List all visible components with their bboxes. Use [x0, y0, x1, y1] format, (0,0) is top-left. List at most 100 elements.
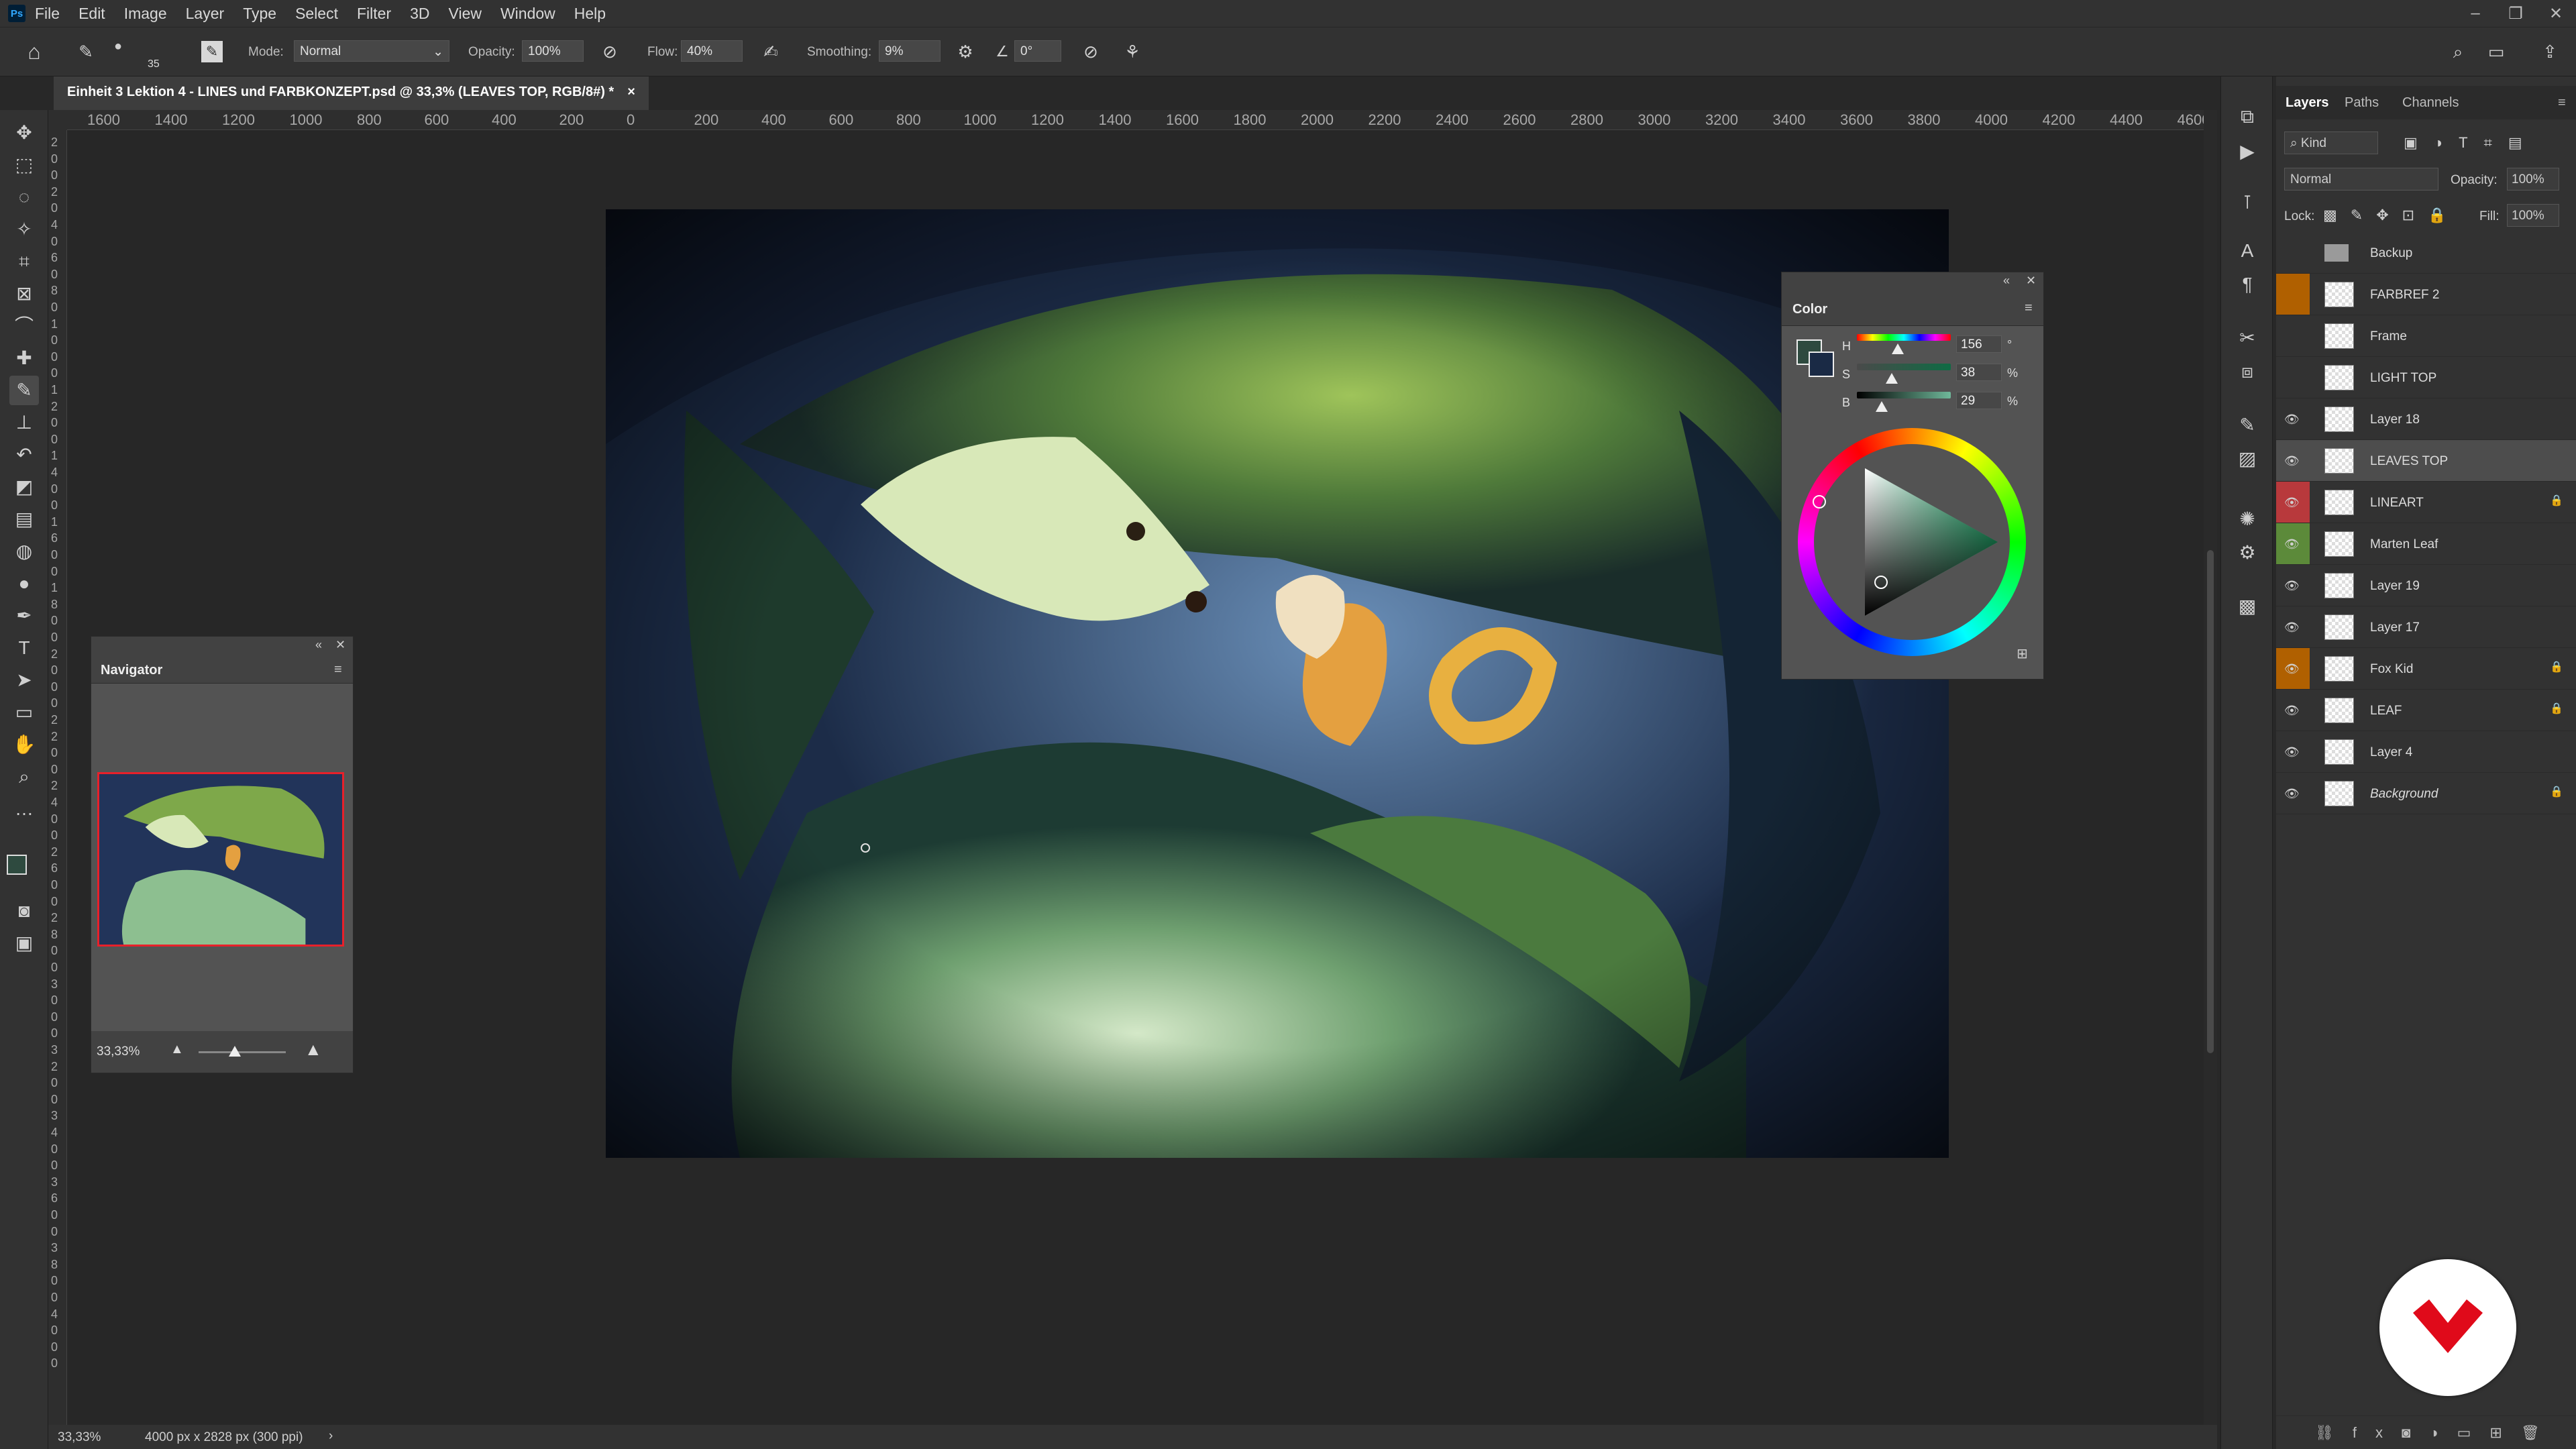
collapse-icon[interactable]: « — [315, 638, 322, 652]
tab-layers[interactable]: Layers — [2286, 95, 2329, 111]
libraries-icon[interactable]: ▨ — [2234, 445, 2261, 472]
zoom-slider[interactable] — [199, 1051, 286, 1053]
close-panel-icon[interactable]: ✕ — [2026, 274, 2036, 288]
layer-row[interactable]: 👁 Layer 18 — [2276, 398, 2576, 440]
brush-tool-icon[interactable]: ✎ — [9, 376, 39, 405]
layer-filter-icons[interactable]: ▣◑T⌗▤ — [2404, 134, 2538, 152]
zoom-tool-icon[interactable]: ⌕ — [9, 762, 39, 792]
menu-select[interactable]: Select — [295, 5, 338, 23]
navigator-thumbnail[interactable] — [97, 772, 344, 947]
close-panel-icon[interactable]: ✕ — [335, 638, 345, 652]
menu-3d[interactable]: 3D — [410, 5, 429, 23]
type-tool-icon[interactable]: T — [9, 633, 39, 663]
brush-preview-icon[interactable]: ● — [107, 36, 129, 57]
visibility-eye-icon[interactable] — [2284, 372, 2299, 384]
menu-layer[interactable]: Layer — [186, 5, 225, 23]
screen-mode-icon[interactable]: ▣ — [9, 928, 39, 958]
move-tool-icon[interactable]: ✥ — [9, 118, 39, 148]
airbrush-icon[interactable]: ✍ — [760, 41, 782, 62]
layer-row[interactable]: 👁 LEAF 🔒 — [2276, 690, 2576, 731]
crop-tool-icon[interactable]: ⌗ — [9, 247, 39, 276]
blend-mode-select[interactable]: Normal — [2284, 168, 2438, 191]
blur-tool-icon[interactable]: ◍ — [9, 537, 39, 566]
search-icon[interactable]: ⌕ — [2447, 41, 2469, 62]
hand-tool-icon[interactable]: ✋ — [9, 730, 39, 759]
rectangle-tool-icon[interactable]: ▭ — [9, 698, 39, 727]
menu-window[interactable]: Window — [500, 5, 555, 23]
close-window-icon[interactable]: ✕ — [2536, 4, 2576, 23]
history-brush-icon[interactable]: ↶ — [9, 440, 39, 470]
pressure-opacity-icon[interactable]: ⊘ — [599, 41, 621, 62]
history-icon[interactable]: ⧉ — [2234, 103, 2261, 130]
navigator-zoom[interactable]: 33,33% — [97, 1044, 140, 1059]
layer-row[interactable]: 👁 Background 🔒 — [2276, 773, 2576, 814]
opacity-field[interactable]: 100% — [522, 40, 584, 62]
character-icon[interactable]: A — [2234, 237, 2261, 264]
layer-row[interactable]: Backup — [2276, 232, 2576, 274]
layer-row[interactable]: 👁 Layer 17 — [2276, 606, 2576, 648]
menu-file[interactable]: File — [35, 5, 60, 23]
gear-icon[interactable]: ⚙ — [955, 41, 976, 62]
marquee-tool-icon[interactable]: ⬚ — [9, 150, 39, 180]
background-color-swatch[interactable] — [1809, 352, 1834, 377]
quick-mask-icon[interactable]: ◙ — [9, 896, 39, 926]
close-tab-icon[interactable]: × — [627, 85, 635, 102]
status-zoom[interactable]: 33,33% — [58, 1430, 101, 1445]
menu-view[interactable]: View — [449, 5, 482, 23]
visibility-eye-icon[interactable]: 👁 — [2284, 496, 2300, 508]
document-tab[interactable]: Einheit 3 Lektion 4 - LINES und FARBKONZ… — [54, 76, 649, 110]
visibility-eye-icon[interactable]: 👁 — [2284, 455, 2300, 467]
brush-settings-icon[interactable]: ✎ — [201, 41, 223, 62]
visibility-eye-icon[interactable]: 👁 — [2284, 621, 2300, 633]
layer-row[interactable]: 👁 LEAVES TOP — [2276, 440, 2576, 482]
clone-stamp-icon[interactable]: ⊥ — [9, 408, 39, 437]
zoom-in-icon[interactable]: ▲ — [305, 1039, 322, 1060]
zoom-slider-thumb[interactable] — [229, 1046, 241, 1057]
eyedropper-icon[interactable]: ⌒ — [9, 311, 39, 341]
visibility-eye-icon[interactable]: 👁 — [2284, 580, 2300, 592]
layer-opacity-field[interactable]: 100% — [2507, 168, 2559, 191]
menu-help[interactable]: Help — [574, 5, 606, 23]
dodge-tool-icon[interactable]: ● — [9, 569, 39, 598]
saturation-slider-thumb[interactable] — [1886, 373, 1898, 384]
layer-row[interactable]: 👁 Layer 4 — [2276, 731, 2576, 773]
brushes-icon[interactable]: ✎ — [2234, 412, 2261, 439]
path-selection-icon[interactable]: ➤ — [9, 665, 39, 695]
restore-icon[interactable]: ❐ — [2496, 4, 2536, 23]
layer-row[interactable]: 👁 Layer 19 — [2276, 565, 2576, 606]
hue-slider[interactable] — [1857, 334, 1951, 341]
brush-tool-preset-icon[interactable]: ✎ — [75, 41, 97, 62]
adjustments-icon[interactable]: ✺ — [2234, 506, 2261, 533]
pressure-size-icon[interactable]: ⊘ — [1080, 41, 1102, 62]
vertical-scroll-thumb[interactable] — [2207, 550, 2214, 1053]
actions-play-icon[interactable]: ▶ — [2234, 138, 2261, 165]
healing-brush-icon[interactable]: ✚ — [9, 343, 39, 373]
visibility-eye-icon[interactable]: 👁 — [2284, 746, 2300, 758]
visibility-eye-icon[interactable]: 👁 — [2284, 413, 2300, 425]
visibility-eye-icon[interactable]: 👁 — [2284, 663, 2300, 675]
menu-type[interactable]: Type — [243, 5, 276, 23]
home-icon[interactable]: ⌂ — [23, 41, 45, 62]
brightness-field[interactable]: 29 — [1956, 392, 2002, 409]
navigator-titlebar[interactable]: « ✕ — [91, 637, 353, 657]
saturation-slider[interactable] — [1857, 364, 1951, 370]
tool-presets-icon[interactable]: ✂ — [2234, 325, 2261, 352]
panel-menu-icon[interactable]: ≡ — [2025, 301, 2033, 316]
learn-icon[interactable]: ⊺ — [2234, 189, 2261, 216]
gradient-icon[interactable]: ▤ — [9, 504, 39, 534]
lock-options-icons[interactable]: ▩✎✥⊡🔒 — [2323, 207, 2459, 224]
layer-row[interactable]: 👁 LINEART 🔒 — [2276, 482, 2576, 523]
pen-tool-icon[interactable]: ✒ — [9, 601, 39, 631]
status-menu-arrow-icon[interactable]: › — [329, 1429, 333, 1444]
hue-slider-thumb[interactable] — [1892, 343, 1904, 354]
visibility-eye-icon[interactable]: 👁 — [2284, 788, 2300, 800]
layer-row[interactable]: 👁 Marten Leaf — [2276, 523, 2576, 565]
layer-row[interactable]: Frame — [2276, 315, 2576, 357]
layer-row[interactable]: LIGHT TOP — [2276, 357, 2576, 398]
more-tools-icon[interactable]: … — [9, 794, 39, 824]
panel-menu-icon[interactable]: ≡ — [2558, 95, 2566, 111]
filter-kind-select[interactable]: ⌕ Kind — [2284, 131, 2378, 154]
eraser-icon[interactable]: ◩ — [9, 472, 39, 502]
color-panel-titlebar[interactable]: « ✕ — [1782, 272, 2043, 292]
foreground-color-swatch[interactable] — [7, 855, 27, 875]
